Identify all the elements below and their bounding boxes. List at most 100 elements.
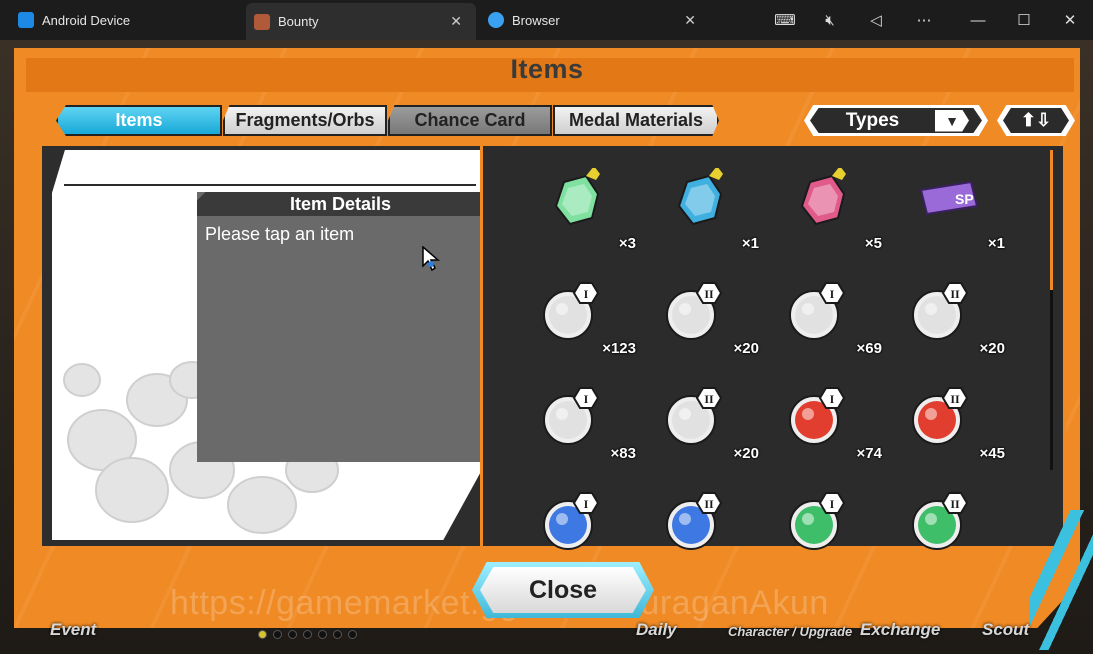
svg-text:I: I (830, 497, 835, 511)
svg-text:I: I (584, 392, 589, 406)
svg-text:I: I (830, 287, 835, 301)
blue-orb-1-icon: I (543, 492, 600, 550)
svg-text:II: II (704, 392, 714, 406)
app-icon (18, 12, 34, 28)
item-slot[interactable]: ×1 (657, 168, 767, 258)
tab-label: Bounty (278, 14, 319, 29)
item-count: ×5 (864, 235, 882, 252)
page-dot (258, 630, 267, 639)
item-slot[interactable]: I ×83 (534, 378, 644, 468)
scrollbar-thumb[interactable] (1050, 150, 1053, 290)
close-tab-icon[interactable]: ✕ (450, 13, 462, 30)
svg-text:II: II (950, 497, 960, 511)
corner-decoration (1030, 510, 1093, 650)
item-slot[interactable]: II ×20 (657, 378, 767, 468)
types-filter-inner: Types ▼ (810, 108, 982, 133)
item-count: ×20 (979, 340, 1005, 357)
close-button[interactable]: Close (472, 562, 654, 618)
tab-browser[interactable]: Browser ✕ (480, 0, 710, 40)
page-dot (303, 630, 312, 639)
nav-daily[interactable]: Daily (636, 620, 677, 640)
items-grid[interactable]: ×3 ×1 ×5 SP ×1 I ×123 II ×20 I ×69 II ×2… (480, 146, 1066, 550)
mouse-cursor-icon (422, 246, 441, 272)
item-slot[interactable]: I (534, 483, 644, 573)
tab-fragments-orbs[interactable]: Fragments/Orbs (223, 105, 387, 136)
item-details-panel: Item Details Please tap an item (42, 146, 494, 546)
svg-text:II: II (950, 287, 960, 301)
mute-icon[interactable]: 🔇︎ (810, 0, 850, 40)
page-dot (288, 630, 297, 639)
blue-medal-icon (677, 168, 723, 226)
item-slot[interactable]: II (903, 483, 1013, 573)
chevron-down-icon: ▼ (935, 109, 969, 132)
tab-items[interactable]: Items (56, 105, 222, 136)
sort-arrows-icon: ⬆⇩ (1003, 108, 1069, 133)
item-count: ×1 (987, 235, 1005, 252)
tab-chance-card[interactable]: Chance Card (388, 105, 552, 136)
close-window-icon[interactable]: ✕ (1050, 0, 1090, 40)
item-count: ×20 (733, 445, 759, 462)
minimize-icon[interactable]: — (958, 0, 998, 40)
tab-label: Browser (512, 12, 560, 28)
blue-orb-2-icon: II (666, 492, 723, 550)
item-slot[interactable]: II ×45 (903, 378, 1013, 468)
details-card: Item Details Please tap an item (52, 150, 482, 540)
item-slot[interactable]: I (780, 483, 890, 573)
nav-event[interactable]: Event (50, 620, 96, 640)
page-dot (348, 630, 357, 639)
svg-text:I: I (584, 287, 589, 301)
more-icon[interactable]: ⋯ (904, 0, 944, 40)
item-count: ×83 (610, 445, 636, 462)
sp-ticket-icon: SP (919, 180, 979, 216)
items-panel: Items Items Fragments/Orbs Chance Card M… (14, 48, 1080, 628)
close-button-label: Close (480, 567, 646, 613)
green-orb-2-icon: II (912, 492, 969, 550)
item-slot[interactable]: ×3 (534, 168, 644, 258)
divider (64, 184, 476, 186)
page-title: Items (510, 54, 584, 84)
item-count: ×123 (602, 340, 636, 357)
item-count: ×3 (618, 235, 636, 252)
browser-icon (488, 12, 504, 28)
tab-android-device[interactable]: Android Device (18, 0, 246, 40)
page-dot (318, 630, 327, 639)
maximize-icon[interactable]: ☐ (1004, 0, 1044, 40)
page-indicator (258, 630, 357, 639)
svg-text:I: I (584, 497, 589, 511)
nav-scout[interactable]: Scout (982, 620, 1029, 640)
svg-text:II: II (704, 497, 714, 511)
tab-label: Android Device (42, 12, 131, 28)
item-slot[interactable]: I ×74 (780, 378, 890, 468)
item-count: ×20 (733, 340, 759, 357)
back-icon[interactable]: ◁ (856, 0, 896, 40)
item-slot[interactable]: II ×20 (657, 273, 767, 363)
tab-bounty[interactable]: Bounty ✕ (246, 3, 476, 40)
svg-text:II: II (950, 392, 960, 406)
svg-text:SP: SP (955, 191, 974, 207)
game-viewport: Items Items Fragments/Orbs Chance Card M… (0, 40, 1093, 654)
sort-toggle-button[interactable]: ⬆⇩ (997, 105, 1075, 136)
item-details-prompt: Please tap an item (205, 224, 355, 244)
close-tab-icon[interactable]: ✕ (684, 12, 696, 29)
item-slot[interactable]: II ×20 (903, 273, 1013, 363)
keyboard-icon[interactable]: ⌨ (765, 0, 805, 40)
nav-character-upgrade[interactable]: Character / Upgrade (728, 624, 852, 639)
item-details-box: Item Details Please tap an item (197, 192, 482, 462)
page-dot (273, 630, 282, 639)
types-filter-dropdown[interactable]: Types ▼ (804, 105, 988, 136)
window-titlebar: Android Device Bounty ✕ Browser ✕ ⌨ 🔇︎ ◁… (0, 0, 1093, 40)
svg-text:I: I (830, 392, 835, 406)
tab-medal-materials[interactable]: Medal Materials (553, 105, 719, 136)
nav-exchange[interactable]: Exchange (860, 620, 940, 640)
item-slot[interactable]: II (657, 483, 767, 573)
pink-medal-icon (800, 168, 846, 226)
green-orb-1-icon: I (789, 492, 846, 550)
item-slot[interactable]: I ×69 (780, 273, 890, 363)
item-slot[interactable]: SP ×1 (903, 168, 1013, 258)
item-count: ×45 (979, 445, 1005, 462)
item-details-heading: Item Details (197, 192, 482, 216)
100-medal-icon (554, 168, 600, 226)
item-slot[interactable]: ×5 (780, 168, 890, 258)
types-filter-label: Types (845, 109, 900, 131)
item-slot[interactable]: I ×123 (534, 273, 644, 363)
